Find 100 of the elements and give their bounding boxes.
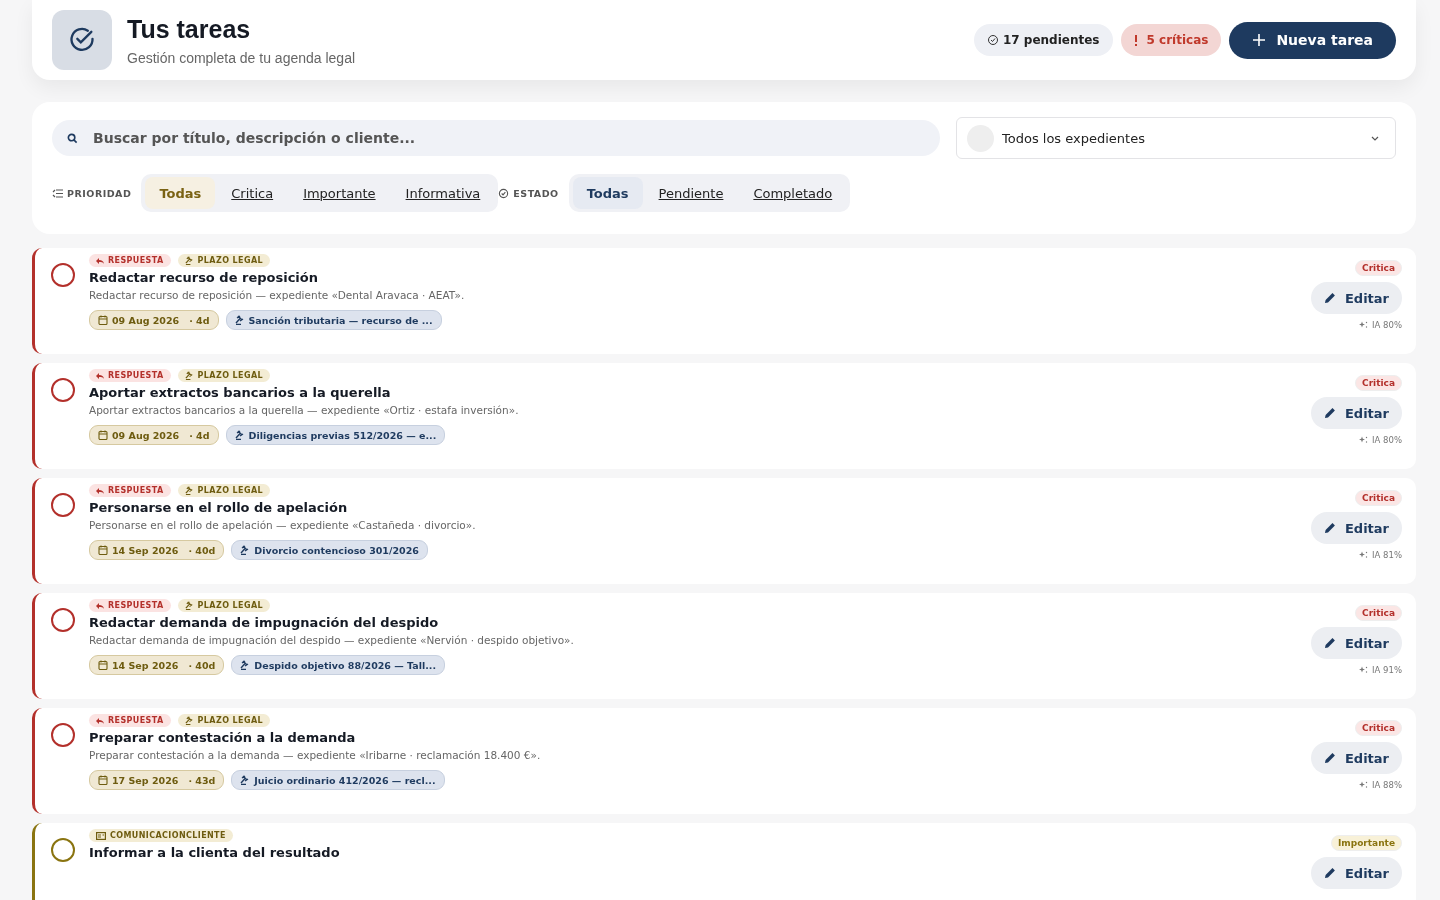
case-chip[interactable]: Juicio ordinario 412/2026 — recl... — [231, 770, 445, 790]
pencil-icon — [1323, 292, 1336, 304]
gavel-icon — [184, 716, 194, 725]
complete-checkbox[interactable] — [51, 263, 75, 287]
task-title: Aportar extractos bancarios a la querella — [89, 385, 392, 400]
pending-count-badge: 17 pendientes — [973, 24, 1113, 56]
priority-filter-tab[interactable]: Todas — [145, 177, 216, 209]
complete-checkbox[interactable] — [51, 608, 75, 632]
complete-checkbox[interactable] — [51, 838, 75, 862]
gavel-icon — [234, 430, 245, 440]
gavel-icon — [240, 545, 251, 555]
due-date-chip: 14 Sep 2026 · 40d — [89, 655, 225, 675]
edit-button[interactable]: Editar — [1310, 857, 1402, 889]
case-chip[interactable]: Despido objetivo 88/2026 — Tall... — [231, 655, 446, 675]
task-title: Redactar demanda de impugnación del despido — [89, 615, 440, 630]
status-filter-tab[interactable]: Todas — [572, 177, 643, 209]
task-tag: PLAZO LEGAL — [177, 484, 270, 497]
pencil-icon — [1323, 522, 1336, 534]
case-dropdown[interactable]: Todos los expedientes — [956, 117, 1396, 159]
sparkle-icon — [1359, 321, 1369, 329]
sparkle-icon — [1359, 436, 1369, 444]
sparkle-icon — [1359, 666, 1369, 674]
task-description: Aportar extractos bancarios a la querella — expediente «Ortiz · estafa inversión». — [89, 404, 520, 416]
edit-button[interactable]: Editar — [1310, 397, 1402, 429]
new-task-button[interactable]: Nueva tarea — [1229, 21, 1396, 59]
priority-badge: Critica — [1355, 490, 1402, 506]
edit-button[interactable]: Editar — [1310, 512, 1402, 544]
reply-icon — [96, 602, 104, 609]
due-date-chip: 17 Sep 2026 · 43d — [89, 770, 225, 790]
task-tag: PLAZO LEGAL — [177, 714, 270, 727]
list-icon — [52, 188, 63, 198]
plus-icon — [1252, 33, 1267, 47]
priority-badge: Importante — [1331, 835, 1402, 851]
ai-confidence: IA 81% — [1359, 550, 1402, 560]
priority-filter-label: PRIORIDAD — [52, 187, 132, 199]
gavel-icon — [240, 660, 251, 670]
gavel-icon — [184, 601, 194, 610]
task-tag: PLAZO LEGAL — [177, 599, 270, 612]
priority-filter-tab[interactable]: Importante — [289, 177, 390, 209]
pencil-icon — [1323, 752, 1336, 764]
critical-count-badge: 5 críticas — [1120, 24, 1222, 56]
task-tag: RESPUESTA — [89, 599, 171, 612]
status-filter-tab[interactable]: Pendiente — [644, 177, 738, 209]
priority-badge: Critica — [1355, 260, 1402, 276]
edit-button[interactable]: Editar — [1310, 627, 1402, 659]
task-description: Personarse en el rollo de apelación — expediente «Castañeda · divorcio». — [89, 519, 477, 531]
reply-icon — [96, 717, 104, 724]
page-title: Tus tareas — [127, 14, 252, 44]
task-tag: RESPUESTA — [89, 484, 171, 497]
complete-checkbox[interactable] — [51, 493, 75, 517]
sparkle-icon — [1359, 551, 1369, 559]
priority-filter-tab[interactable]: Informativa — [391, 177, 495, 209]
gavel-icon — [184, 486, 194, 495]
edit-button[interactable]: Editar — [1310, 282, 1402, 314]
task-tag: RESPUESTA — [89, 369, 171, 382]
sparkle-icon — [1359, 781, 1369, 789]
task-tag: COMUNICACIONCLIENTE — [89, 829, 233, 842]
status-filter-label: ESTADO — [498, 187, 559, 199]
case-chip[interactable]: Diligencias previas 512/2026 — e... — [225, 425, 446, 445]
complete-checkbox[interactable] — [51, 378, 75, 402]
task-tag: PLAZO LEGAL — [177, 369, 270, 382]
ai-confidence: IA 80% — [1359, 320, 1402, 330]
exclamation-icon — [1133, 34, 1138, 46]
priority-badge: Critica — [1355, 605, 1402, 621]
ai-confidence: IA 91% — [1359, 665, 1402, 675]
status-filter-tab[interactable]: Completado — [739, 177, 847, 209]
calendar-icon — [98, 775, 108, 785]
page-subtitle: Gestión completa de tu agenda legal — [127, 49, 357, 66]
check-circle-icon — [986, 34, 999, 46]
calendar-icon — [98, 315, 108, 325]
pencil-icon — [1323, 407, 1336, 419]
task-description: Redactar demanda de impugnación del despido — expediente «Nervión · despido objetivo». — [89, 634, 575, 646]
search-field[interactable]: Buscar por título, descripción o cliente... — [52, 120, 940, 156]
ai-confidence: IA 80% — [1359, 435, 1402, 445]
search-icon — [67, 133, 78, 144]
task-description: Redactar recurso de reposición — expediente «Dental Aravaca · AEAT». — [89, 289, 466, 301]
chevron-down-icon — [1371, 135, 1379, 141]
task-title: Personarse en el rollo de apelación — [89, 500, 349, 515]
calendar-icon — [98, 660, 108, 670]
task-title: Redactar recurso de reposición — [89, 270, 319, 285]
priority-filter-tab[interactable]: Critica — [217, 177, 288, 209]
gavel-icon — [234, 315, 245, 325]
case-chip[interactable]: Divorcio contencioso 301/2026 — [231, 540, 428, 560]
task-title: Informar a la clienta del resultado — [89, 845, 341, 860]
task-tag: RESPUESTA — [89, 254, 171, 267]
complete-checkbox[interactable] — [51, 723, 75, 747]
pencil-icon — [1323, 867, 1336, 879]
priority-badge: Critica — [1355, 375, 1402, 391]
task-title: Preparar contestación a la demanda — [89, 730, 357, 745]
card-icon — [96, 831, 106, 840]
task-tag: RESPUESTA — [89, 714, 171, 727]
reply-icon — [96, 257, 104, 264]
due-date-chip: 09 Aug 2026 · 4d — [89, 310, 219, 330]
calendar-icon — [98, 430, 108, 440]
task-description: Preparar contestación a la demanda — expediente «Iribarne · reclamación 18.400 €». — [89, 749, 542, 761]
gavel-icon — [240, 775, 251, 785]
case-chip[interactable]: Sanción tributaria — recurso de ... — [225, 310, 442, 330]
gavel-icon — [184, 256, 194, 265]
edit-button[interactable]: Editar — [1310, 742, 1402, 774]
pencil-icon — [1323, 637, 1336, 649]
